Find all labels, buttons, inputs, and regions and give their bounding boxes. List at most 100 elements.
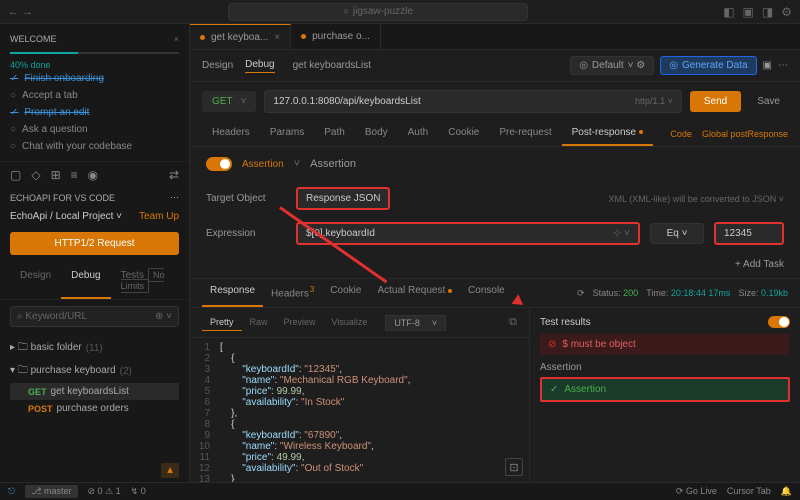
charset-select[interactable]: UTF-8˅ bbox=[385, 315, 446, 331]
problems[interactable]: ⊘ 0 ⚠ 1 bbox=[88, 486, 121, 497]
more-icon[interactable]: ⋯ bbox=[778, 60, 788, 71]
target-object-select[interactable]: Response JSON bbox=[296, 187, 390, 210]
expand-icon[interactable]: ⇄ bbox=[169, 168, 179, 182]
request-tab[interactable]: Params bbox=[260, 121, 314, 146]
save-button[interactable]: Save bbox=[749, 91, 788, 112]
test-results-toggle[interactable] bbox=[768, 316, 790, 328]
new-request-button[interactable]: HTTP1/2 Request bbox=[10, 232, 179, 255]
test-fail-item[interactable]: $ must be object bbox=[540, 334, 790, 355]
method-select[interactable]: GET˅ bbox=[202, 91, 256, 112]
layout2-icon[interactable]: ◨ bbox=[762, 5, 773, 19]
command-search[interactable]: ⌕ jigsaw-puzzle bbox=[228, 3, 528, 21]
copy-icon[interactable]: ⧉ bbox=[509, 316, 517, 329]
request-tab[interactable]: Cookie bbox=[438, 121, 489, 146]
code-line: 5 "price": 99.99, bbox=[190, 386, 529, 397]
code-line: 2 { bbox=[190, 353, 529, 364]
progress-bar bbox=[10, 52, 179, 54]
layout-icon[interactable]: ◧ bbox=[723, 5, 734, 19]
debug-tab[interactable]: Debug bbox=[245, 59, 274, 73]
tree-request[interactable]: GET get keyboardsList bbox=[10, 383, 179, 400]
tree-search[interactable]: ⌕ Keyword/URL ⊕ ˅ bbox=[10, 306, 179, 327]
chevron-down-icon[interactable]: ˅ bbox=[294, 158, 300, 170]
format-tab[interactable]: Raw bbox=[242, 314, 276, 331]
ports[interactable]: ↯ 0 bbox=[131, 486, 146, 497]
welcome-item[interactable]: Finish onboarding bbox=[10, 70, 179, 87]
db-icon[interactable]: ≡ bbox=[71, 168, 78, 182]
expected-value-input[interactable]: 12345 bbox=[714, 222, 784, 245]
welcome-item[interactable]: Chat with your codebase bbox=[10, 138, 179, 155]
env-icon[interactable]: ⊞ bbox=[51, 168, 61, 182]
sidebar-tab[interactable]: TestsNo Limits bbox=[111, 265, 179, 299]
response-tab[interactable]: Response bbox=[202, 279, 263, 307]
format-tab[interactable]: Visualize bbox=[324, 314, 376, 331]
url-input[interactable]: 127.0.0.1:8080/api/keyboardsListhttp/1.1… bbox=[264, 90, 681, 113]
compass-icon[interactable]: ◉ bbox=[88, 168, 98, 182]
teamup-link[interactable]: Team Up bbox=[139, 211, 179, 222]
format-tab[interactable]: Preview bbox=[276, 314, 324, 331]
expression-input[interactable]: $[0].keyboardId⊹ ˅ bbox=[296, 222, 640, 245]
assertion-label: Assertion bbox=[242, 159, 284, 170]
progress-text: 40% done bbox=[10, 60, 179, 70]
welcome-title: WELCOME bbox=[10, 34, 57, 44]
response-tab[interactable]: Actual Request bbox=[369, 279, 460, 307]
generate-data-button[interactable]: ◎ Generate Data bbox=[660, 56, 756, 75]
code-line: 9 "keyboardId": "67890", bbox=[190, 430, 529, 441]
assertion-type: Assertion bbox=[310, 158, 356, 170]
close-icon[interactable]: × bbox=[174, 34, 179, 44]
nav-arrows[interactable]: ← → bbox=[8, 6, 33, 18]
notification-icon[interactable]: ▲ bbox=[161, 463, 179, 478]
add-task-button[interactable]: + Add Task bbox=[735, 259, 784, 270]
code-line: 3 "keyboardId": "12345", bbox=[190, 364, 529, 375]
request-tab[interactable]: Auth bbox=[398, 121, 439, 146]
editor-tab[interactable]: purchase o... bbox=[291, 24, 381, 49]
remote-icon[interactable]: ⎋ bbox=[8, 486, 15, 497]
tree-request[interactable]: POST purchase orders bbox=[10, 400, 179, 417]
assertion-toggle[interactable] bbox=[206, 157, 232, 171]
response-tab[interactable]: Console bbox=[460, 279, 513, 307]
tree-folder[interactable]: ▸ 🗀 basic folder (11) bbox=[10, 337, 179, 360]
collection-icon[interactable]: ▢ bbox=[10, 168, 21, 182]
format-tab[interactable]: Pretty bbox=[202, 314, 242, 331]
cursor-tab[interactable]: Cursor Tab bbox=[727, 486, 771, 497]
expand-response-icon[interactable]: ⊡ bbox=[505, 458, 523, 476]
test-pass-item[interactable]: Assertion bbox=[540, 377, 790, 402]
xml-note: XML (XML-like) will be converted to JSON bbox=[609, 194, 777, 204]
expression-label: Expression bbox=[206, 228, 286, 239]
welcome-item[interactable]: Prompt an edit bbox=[10, 104, 179, 121]
cloud-icon[interactable]: ◇ bbox=[31, 168, 40, 182]
tree-folder[interactable]: ▾ 🗀 purchase keyboard (2) bbox=[10, 360, 179, 383]
request-tab[interactable]: Path bbox=[314, 121, 355, 146]
request-tab[interactable]: Body bbox=[355, 121, 398, 146]
request-tab[interactable]: Post-response bbox=[562, 121, 653, 146]
response-tab[interactable]: Headers3 bbox=[263, 279, 322, 307]
mode-select[interactable]: ◎ Default ˅ ⚙ bbox=[570, 56, 654, 75]
design-tab[interactable]: Design bbox=[202, 60, 233, 71]
panel-icon[interactable]: ▣ bbox=[743, 5, 754, 19]
response-tab[interactable]: Cookie bbox=[322, 279, 369, 307]
settings-icon[interactable]: ⚙ bbox=[781, 5, 792, 19]
request-title: get keyboardsList bbox=[293, 60, 371, 71]
request-tab[interactable]: Headers bbox=[202, 121, 260, 146]
workspace[interactable]: EchoApi bbox=[10, 211, 47, 222]
welcome-item[interactable]: Accept a tab bbox=[10, 87, 179, 104]
test-results-title: Test results bbox=[540, 317, 591, 328]
operator-select[interactable]: Eq ˅ bbox=[650, 223, 704, 244]
more-icon[interactable]: ⋯ bbox=[170, 192, 179, 203]
go-live-button[interactable]: ⟳ Go Live bbox=[676, 486, 717, 497]
sidebar-tab[interactable]: Design bbox=[10, 265, 61, 299]
welcome-item[interactable]: Ask a question bbox=[10, 121, 179, 138]
sidebar-tab[interactable]: Debug bbox=[61, 265, 110, 299]
sync-icon[interactable]: ⟳ bbox=[577, 288, 585, 299]
expand-icon[interactable]: ▣ bbox=[763, 60, 772, 71]
code-link[interactable]: Code bbox=[670, 129, 692, 139]
request-tab[interactable]: Pre-request bbox=[489, 121, 561, 146]
global-postresponse-link[interactable]: Global postResponse bbox=[702, 129, 788, 139]
assertion-section: Assertion bbox=[540, 358, 790, 377]
code-line: 1[ bbox=[190, 342, 529, 353]
git-branch[interactable]: ⎇ master bbox=[25, 485, 77, 498]
search-placeholder: jigsaw-puzzle bbox=[353, 6, 413, 17]
bell-icon[interactable]: 🔔 bbox=[781, 486, 792, 497]
send-button[interactable]: Send bbox=[690, 91, 741, 112]
editor-tab[interactable]: get keyboa... × bbox=[190, 24, 291, 49]
project[interactable]: Local Project bbox=[56, 211, 114, 222]
